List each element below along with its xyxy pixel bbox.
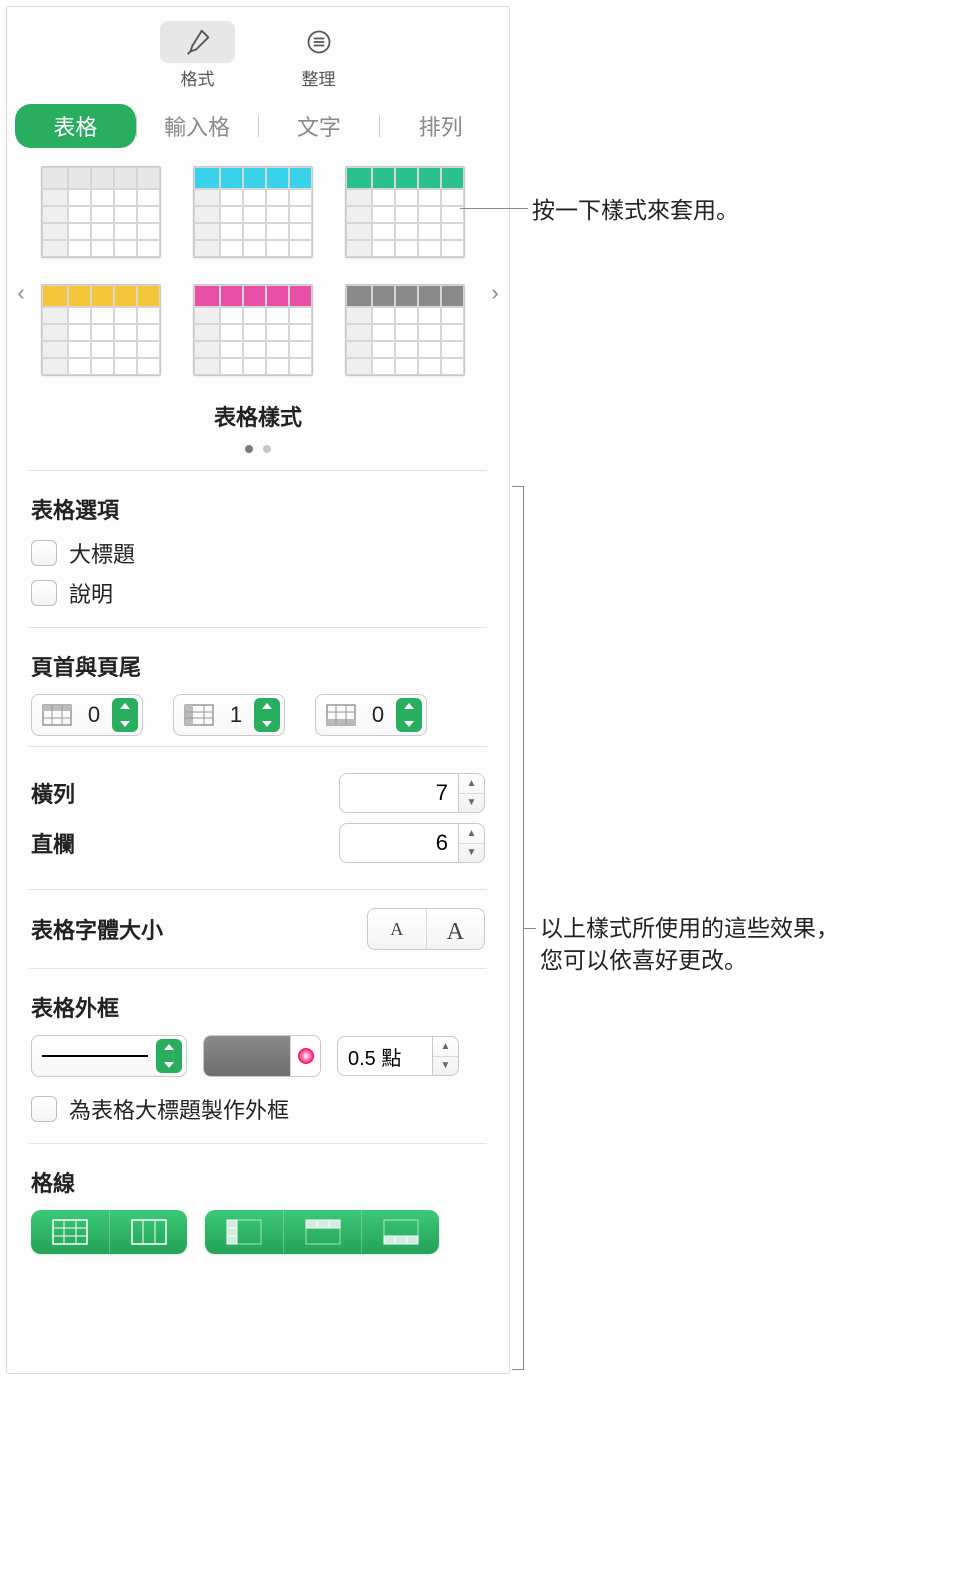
- header-col-gridlines-button[interactable]: [205, 1210, 283, 1254]
- section-heading: 頁首與頁尾: [31, 650, 485, 682]
- table-style-thumb[interactable]: [193, 284, 313, 376]
- gridlines-vertical-button[interactable]: [109, 1210, 187, 1254]
- table-styles: ‹ › 表格樣式: [7, 160, 509, 470]
- footer-gridlines-button[interactable]: [361, 1210, 439, 1254]
- header-row-gridlines-button[interactable]: [283, 1210, 361, 1254]
- font-size-segmented: A A: [367, 908, 485, 950]
- callout-line: [524, 928, 536, 929]
- outline-section: 表格外框 ▲▼ 為表格大標題製作外框: [7, 969, 509, 1143]
- cols-stepper[interactable]: ▲▼: [459, 823, 485, 863]
- table-style-thumb[interactable]: [41, 166, 161, 258]
- border-width-stepper[interactable]: ▲▼: [433, 1036, 459, 1076]
- tab-text[interactable]: 文字: [259, 104, 380, 148]
- headers-footers-section: 頁首與頁尾 0 1 0: [7, 628, 509, 746]
- hf-stepper[interactable]: [112, 698, 138, 732]
- line-style-popup[interactable]: [31, 1035, 187, 1077]
- font-larger-button[interactable]: A: [427, 909, 485, 949]
- border-color-well[interactable]: [203, 1035, 321, 1077]
- hf-icon: [326, 704, 356, 726]
- caption-checkbox[interactable]: [31, 580, 57, 606]
- header-rows-popup[interactable]: 0: [31, 694, 143, 736]
- color-wheel-icon: [290, 1036, 320, 1076]
- hf-stepper[interactable]: [396, 698, 422, 732]
- callout-line: [460, 208, 528, 209]
- hf-value: 1: [224, 702, 248, 728]
- rows-input[interactable]: [339, 773, 459, 813]
- format-tab[interactable]: 格式: [152, 21, 243, 90]
- rows-label: 橫列: [31, 777, 75, 809]
- gridlines-section: 格線: [7, 1144, 509, 1260]
- footer-rows-popup[interactable]: 0: [315, 694, 427, 736]
- inspector-tabs: 表格 輸入格 文字 排列: [15, 104, 501, 148]
- hf-stepper[interactable]: [254, 698, 280, 732]
- styles-pager: [17, 440, 499, 458]
- hf-icon: [42, 704, 72, 726]
- tab-arrange[interactable]: 排列: [380, 104, 501, 148]
- inspector-toolbar: 格式 整理: [7, 7, 509, 98]
- format-icon-wrap: [160, 21, 235, 63]
- color-swatch: [204, 1036, 290, 1076]
- organize-tab[interactable]: 整理: [273, 21, 364, 90]
- tab-table[interactable]: 表格: [15, 104, 136, 148]
- body-gridlines-group: [31, 1210, 187, 1254]
- styles-next-button[interactable]: ›: [485, 280, 505, 306]
- line-preview: [42, 1055, 148, 1057]
- hf-value: 0: [366, 702, 390, 728]
- tab-cell[interactable]: 輸入格: [137, 104, 258, 148]
- header-cols-popup[interactable]: 1: [173, 694, 285, 736]
- outline-title-label: 為表格大標題製作外框: [69, 1093, 289, 1125]
- page-dot[interactable]: [263, 445, 271, 453]
- border-width-input[interactable]: [337, 1036, 433, 1076]
- outline-title-checkbox[interactable]: [31, 1096, 57, 1122]
- organize-tab-label: 整理: [302, 65, 336, 90]
- hf-icon: [184, 704, 214, 726]
- page-dot[interactable]: [245, 445, 253, 453]
- title-checkbox-label: 大標題: [69, 537, 135, 569]
- callout-bracket: [512, 486, 524, 1370]
- styles-title: 表格樣式: [17, 400, 499, 432]
- font-smaller-button[interactable]: A: [368, 909, 427, 949]
- font-size-section: 表格字體大小 A A: [7, 890, 509, 968]
- brush-icon: [183, 27, 213, 57]
- callout-text: 以上樣式所使用的這些效果， 您可以依喜好更改。: [540, 912, 839, 976]
- header-gridlines-group: [205, 1210, 439, 1254]
- callout-line1: 以上樣式所使用的這些效果，: [540, 915, 839, 941]
- format-inspector-panel: 格式 整理 表格 輸入格 文字 排列 ‹ › 表格樣式: [6, 6, 510, 1374]
- callout-line2: 您可以依喜好更改。: [540, 947, 747, 973]
- rows-cols-section: 橫列 ▲▼ 直欄 ▲▼: [7, 747, 509, 889]
- font-size-label: 表格字體大小: [31, 913, 163, 945]
- section-heading: 格線: [31, 1166, 485, 1198]
- table-style-thumb[interactable]: [41, 284, 161, 376]
- section-heading: 表格選項: [31, 493, 485, 525]
- line-style-stepper[interactable]: [156, 1039, 182, 1073]
- list-icon: [305, 28, 333, 56]
- caption-checkbox-label: 說明: [69, 577, 113, 609]
- organize-icon-wrap: [281, 21, 356, 63]
- table-options-section: 表格選項 大標題 說明: [7, 471, 509, 627]
- hf-value: 0: [82, 702, 106, 728]
- callout-text: 按一下樣式來套用。: [532, 194, 739, 226]
- table-style-thumb[interactable]: [193, 166, 313, 258]
- table-style-thumb[interactable]: [345, 166, 465, 258]
- gridlines-horizontal-button[interactable]: [31, 1210, 109, 1254]
- section-heading: 表格外框: [31, 991, 485, 1023]
- cols-input[interactable]: [339, 823, 459, 863]
- styles-prev-button[interactable]: ‹: [11, 280, 31, 306]
- table-style-thumb[interactable]: [345, 284, 465, 376]
- title-checkbox[interactable]: [31, 540, 57, 566]
- format-tab-label: 格式: [181, 65, 215, 90]
- rows-stepper[interactable]: ▲▼: [459, 773, 485, 813]
- cols-label: 直欄: [31, 827, 75, 859]
